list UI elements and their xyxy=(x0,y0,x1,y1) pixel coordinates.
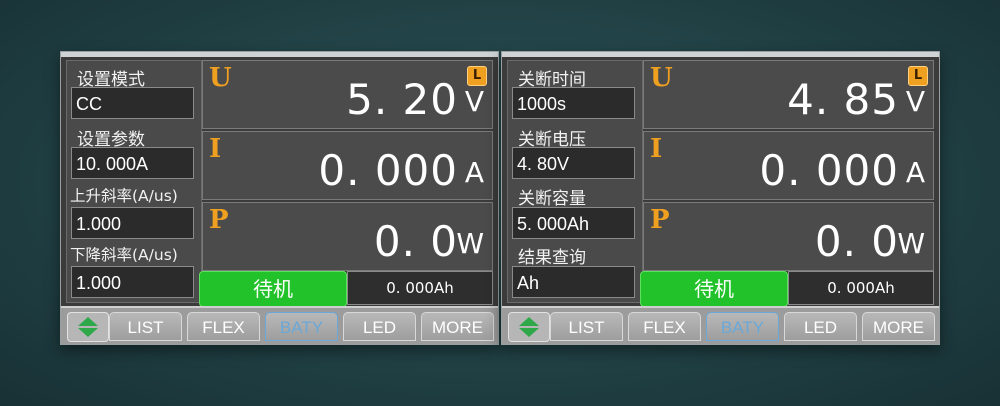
voltage-letter: U xyxy=(650,63,673,93)
param-value-fall-slope[interactable]: 1.000 xyxy=(71,266,194,298)
standby-button[interactable]: 待机 xyxy=(199,271,347,307)
capacity-readout: 0. 000Ah xyxy=(788,271,934,305)
param-label-fall-slope: 下降斜率(A/us) xyxy=(70,246,178,264)
voltage-unit: V xyxy=(464,85,484,118)
power-value: 0. 0 xyxy=(373,217,458,266)
title-bar xyxy=(61,52,498,57)
param-value-setting[interactable]: 10. 000A xyxy=(71,147,194,179)
voltage-value: 5. 20 xyxy=(346,75,458,124)
param-label-off-capacity: 关断容量 xyxy=(518,189,586,209)
lock-icon: L xyxy=(908,66,928,86)
current-value: 0. 000 xyxy=(759,146,899,195)
tab-more[interactable]: MORE xyxy=(862,312,935,341)
voltage-letter: U xyxy=(209,63,232,93)
current-panel: I 0. 000 A xyxy=(643,131,934,200)
param-value-result-query[interactable]: Ah xyxy=(512,266,635,298)
voltage-value: 4. 85 xyxy=(787,75,899,124)
tab-flex[interactable]: FLEX xyxy=(187,312,260,341)
param-label-rise-slope: 上升斜率(A/us) xyxy=(70,187,178,205)
current-letter: I xyxy=(650,134,663,164)
bottom-nav: LIST FLEX BATY LED MORE xyxy=(502,306,939,344)
parameter-panel: 关断时间 1000s 关断电压 4. 80V 关断容量 5. 000Ah 结果查… xyxy=(507,60,643,303)
param-value-off-capacity[interactable]: 5. 000Ah xyxy=(512,207,635,239)
voltage-panel: U L 4. 85 V xyxy=(643,60,934,129)
tab-list[interactable]: LIST xyxy=(550,312,623,341)
standby-button[interactable]: 待机 xyxy=(640,271,788,307)
param-value-rise-slope[interactable]: 1.000 xyxy=(71,207,194,239)
param-value-off-voltage[interactable]: 4. 80V xyxy=(512,147,635,179)
tab-baty[interactable]: BATY xyxy=(706,312,779,341)
current-unit: A xyxy=(464,156,484,189)
up-down-arrows-icon xyxy=(78,317,98,337)
title-bar xyxy=(502,52,939,57)
tab-more[interactable]: MORE xyxy=(421,312,494,341)
voltage-unit: V xyxy=(905,85,925,118)
param-label-result-query: 结果查询 xyxy=(518,248,586,268)
load-screen-left: 设置模式 CC 设置参数 10. 000A 上升斜率(A/us) 1.000 下… xyxy=(60,51,499,345)
power-panel: P 0. 0 W xyxy=(202,202,493,271)
current-letter: I xyxy=(209,134,222,164)
capacity-readout: 0. 000Ah xyxy=(347,271,493,305)
tab-led[interactable]: LED xyxy=(784,312,857,341)
param-value-mode[interactable]: CC xyxy=(71,87,194,119)
parameter-panel: 设置模式 CC 设置参数 10. 000A 上升斜率(A/us) 1.000 下… xyxy=(66,60,202,303)
power-value: 0. 0 xyxy=(814,217,899,266)
load-screen-right: 关断时间 1000s 关断电压 4. 80V 关断容量 5. 000Ah 结果查… xyxy=(501,51,940,345)
tab-list[interactable]: LIST xyxy=(109,312,182,341)
current-panel: I 0. 000 A xyxy=(202,131,493,200)
page-toggle-button[interactable] xyxy=(508,312,550,342)
voltage-panel: U L 5. 20 V xyxy=(202,60,493,129)
up-down-arrows-icon xyxy=(519,317,539,337)
power-panel: P 0. 0 W xyxy=(643,202,934,271)
power-unit: W xyxy=(456,227,484,260)
lock-icon: L xyxy=(467,66,487,86)
bottom-nav: LIST FLEX BATY LED MORE xyxy=(61,306,498,344)
power-letter: P xyxy=(209,205,229,235)
current-value: 0. 000 xyxy=(318,146,458,195)
current-unit: A xyxy=(905,156,925,189)
power-letter: P xyxy=(650,205,670,235)
tab-flex[interactable]: FLEX xyxy=(628,312,701,341)
power-unit: W xyxy=(897,227,925,260)
page-toggle-button[interactable] xyxy=(67,312,109,342)
tab-led[interactable]: LED xyxy=(343,312,416,341)
param-value-off-time[interactable]: 1000s xyxy=(512,87,635,119)
tab-baty[interactable]: BATY xyxy=(265,312,338,341)
